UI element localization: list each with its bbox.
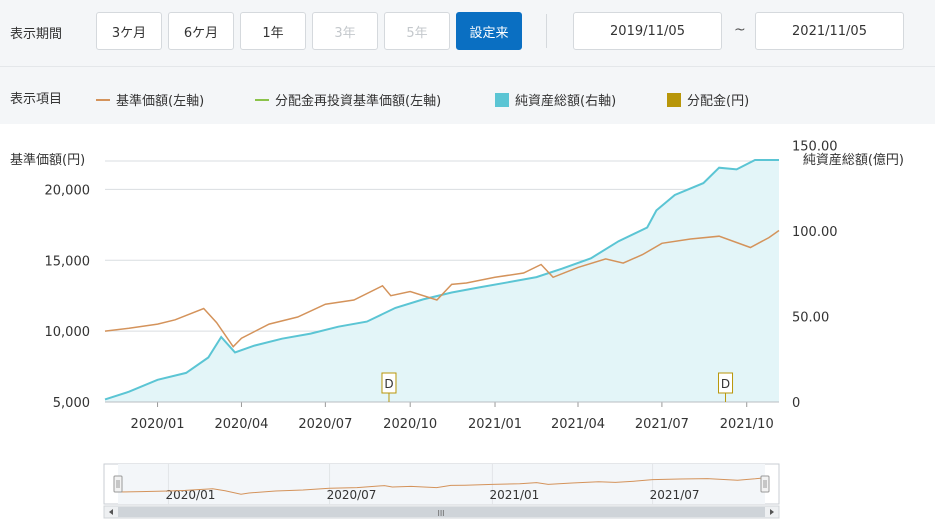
legend-net-assets-text: 純資産総額(右軸) [515, 94, 617, 109]
left-tick-label: 5,000 [53, 396, 90, 411]
period-button-3y[interactable]: 3年 [312, 12, 378, 50]
x-tick-label: 2021/10 [720, 417, 774, 432]
x-tick-label: 2021/04 [551, 417, 605, 432]
legend-item-net-assets[interactable]: 純資産総額(右軸) [495, 90, 616, 109]
period-button-since-inception[interactable]: 設定来 [456, 12, 522, 50]
navigator-right-handle[interactable] [760, 475, 770, 493]
net-assets-area [105, 160, 779, 402]
left-axis-title: 基準価額(円) [10, 152, 85, 168]
panel-divider [0, 66, 935, 67]
distribution-label: D [721, 377, 730, 391]
legend-distribution-text: 分配金(円) [687, 94, 750, 109]
divider [546, 14, 547, 48]
legend-item-reinvested[interactable]: 分配金再投資基準価額(左軸) [255, 90, 441, 109]
x-tick-label: 2021/01 [468, 417, 522, 432]
controls-panel: 表示期間 3ケ月 6ケ月 1年 3年 5年 設定来 2019/11/05 ~ 2… [0, 0, 935, 124]
scrollbar-grip: III [437, 509, 444, 518]
legend-item-nav[interactable]: 基準価額(左軸) [96, 90, 204, 109]
navigator-tick-label: 2021/07 [650, 488, 700, 502]
right-tick-label: 150.00 [792, 139, 838, 154]
date-separator: ~ [734, 22, 746, 38]
legend-item-distribution[interactable]: 分配金(円) [667, 90, 749, 109]
left-tick-label: 15,000 [45, 254, 91, 269]
x-tick-label: 2020/04 [214, 417, 268, 432]
legend-net-assets-swatch [495, 92, 509, 107]
fund-price-chart[interactable]: 基準価額(円) 純資産総額(億円) 5,00010,00015,00020,00… [0, 124, 935, 525]
period-button-1y[interactable]: 1年 [240, 12, 306, 50]
x-tick-label: 2020/10 [383, 417, 437, 432]
legend-reinvested-text: 分配金再投資基準価額(左軸) [275, 94, 442, 109]
x-tick-label: 2020/07 [298, 417, 352, 432]
period-button-5y[interactable]: 5年 [384, 12, 450, 50]
period-button-3m[interactable]: 3ケ月 [96, 12, 162, 50]
date-to-input[interactable]: 2021/11/05 [755, 12, 904, 50]
legend-distribution-swatch [667, 92, 681, 107]
handle-body [113, 475, 123, 493]
navigator-tick-label: 2020/07 [327, 488, 377, 502]
right-tick-label: 50.00 [792, 310, 829, 325]
handle-body [760, 475, 770, 493]
navigator-left-handle[interactable] [113, 475, 123, 493]
distribution-label: D [384, 377, 393, 391]
x-tick-label: 2021/07 [635, 417, 689, 432]
x-tick-label: 2020/01 [131, 417, 185, 432]
legend-nav-text: 基準価額(左軸) [116, 94, 205, 109]
period-button-6m[interactable]: 6ケ月 [168, 12, 234, 50]
right-tick-label: 0 [792, 396, 800, 411]
left-tick-label: 20,000 [45, 183, 91, 198]
legend-nav-swatch [96, 98, 110, 101]
legend-label: 表示項目 [10, 92, 63, 107]
left-tick-label: 10,000 [45, 325, 91, 340]
right-tick-label: 100.00 [792, 225, 838, 240]
navigator-tick-label: 2021/01 [489, 488, 539, 502]
period-label: 表示期間 [10, 27, 63, 42]
legend-reinvested-swatch [255, 98, 269, 101]
date-from-input[interactable]: 2019/11/05 [573, 12, 722, 50]
